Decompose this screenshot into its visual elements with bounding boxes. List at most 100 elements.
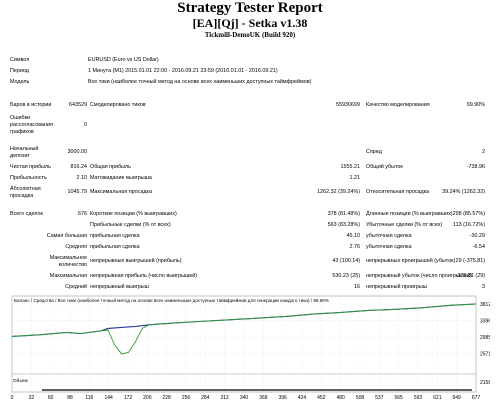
x-tick-label: 312	[220, 395, 229, 401]
x-tick-label: 256	[182, 395, 191, 401]
y-tick-label: 2158	[480, 380, 490, 386]
errors-value: 0	[84, 122, 87, 128]
x-tick-label: 200	[143, 395, 152, 401]
gross-profit-value: 1555.21	[340, 164, 361, 170]
y-tick-label: 3812	[480, 302, 490, 308]
report-title: Strategy Tester Report	[177, 0, 323, 16]
period-value: 1 Минута (M1) 2015.01.01 22:00 - 2016.09…	[88, 68, 278, 74]
max-cons-wins-label: непрерывных выигрышей (прибыль)	[90, 258, 182, 264]
x-tick-label: 565	[394, 395, 403, 401]
max-drawdown-value: 1262.32 (39.24%)	[317, 189, 360, 195]
x-tick-label: 0	[11, 395, 14, 401]
quality-label: Качество моделирования	[366, 102, 430, 108]
max-cons-losses-value: 29 (-375.81)	[455, 258, 485, 264]
profit-factor-value: 2.10	[76, 175, 88, 181]
abs-drawdown-value: 1045.79	[67, 189, 88, 195]
x-tick-label: 621	[433, 395, 442, 401]
errors-label-2: рассогласования	[10, 122, 53, 128]
expected-payoff-label: Матожидание выигрыша	[90, 175, 152, 181]
net-profit-value: 816.24	[70, 164, 88, 170]
x-tick-label: 368	[259, 395, 268, 401]
x-tick-label: 60	[48, 395, 54, 401]
largest-loss-value: -30.29	[469, 233, 485, 239]
x-tick-label: 116	[85, 395, 93, 401]
abs-drawdown-label: Абсолютная	[10, 186, 41, 192]
x-tick-label: 32	[29, 395, 35, 401]
rel-drawdown-value: 39.24% (1262.32)	[442, 189, 485, 195]
x-tick-label: 172	[124, 395, 133, 401]
total-trades-label: Всего сделок	[10, 211, 43, 217]
report-server: Tickmill-DemoUK (Build 920)	[204, 31, 296, 39]
x-tick-label: 144	[104, 395, 113, 401]
largest-loss-label: убыточная сделка	[366, 233, 412, 239]
expected-payoff-value: 1.21	[349, 175, 361, 181]
average-label: Средняя	[65, 244, 87, 250]
spread-value: 2	[482, 149, 485, 155]
long-positions-value: 298 (85.57%)	[452, 211, 485, 217]
deposit-label-2: депозит	[10, 153, 30, 159]
largest-label: Самая большая	[46, 233, 87, 239]
avg-cons-losses-value: 3	[482, 284, 485, 290]
loss-trades-value: 113 (16.72%)	[453, 222, 485, 228]
short-positions-label: Короткие позиции (% выигравших)	[90, 211, 177, 217]
max-drawdown-label: Максимальная просадка	[90, 189, 152, 195]
quality-value: 99.90%	[466, 102, 485, 108]
period-label: Период	[10, 68, 29, 74]
x-tick-label: 452	[317, 395, 326, 401]
ticks-value: 55930699	[336, 102, 360, 108]
x-tick-label: 396	[278, 395, 287, 401]
spread-label: Спред	[366, 149, 382, 155]
short-positions-value: 378 (81.48%)	[327, 211, 360, 217]
max-cons-profit-value: 530.23 (25)	[332, 273, 360, 279]
model-label: Модель	[10, 79, 30, 85]
max-cons-loss-value: -375.81 (29)	[455, 273, 485, 279]
x-tick-label: 508	[356, 395, 365, 401]
x-tick-label: 424	[298, 395, 307, 401]
x-tick-label: 677	[472, 395, 481, 401]
balance-chart: 0 32 60 88 116 144 172 200 228 256 284 312 340 368 396…	[11, 295, 490, 401]
deposit-label: Начальный	[10, 146, 39, 152]
y-tick-label: 2571	[480, 352, 490, 358]
avg-cons-wins-value: 16	[354, 284, 360, 290]
y-tick-label: 2985	[480, 335, 490, 341]
x-tick-label: 340	[240, 395, 249, 401]
maximal-label: Максимальная	[49, 273, 87, 279]
profit-factor-label: Прибыльность	[10, 175, 47, 181]
bars-value: 643529	[69, 102, 87, 108]
avg-loss-value: -6.54	[472, 244, 485, 250]
avg-cons-wins-label: непрерывный выигрыш	[90, 284, 149, 290]
max-count-label: Максимальное	[49, 255, 87, 261]
profit-trades-value: 563 (83.28%)	[327, 222, 360, 228]
largest-profit-label: прибыльная сделка	[90, 233, 140, 239]
x-tick-label: 649	[452, 395, 461, 401]
avg-cons-label: Средний	[65, 284, 87, 290]
symbol-value: EURUSD (Euro vs US Dollar)	[88, 57, 159, 63]
deposit-value: 3000.00	[67, 149, 88, 155]
volume-label: Объем	[13, 378, 28, 383]
errors-label: Ошибки	[10, 115, 30, 121]
abs-drawdown-label-2: просадка	[10, 193, 34, 199]
total-trades-value: 676	[78, 211, 87, 217]
gross-profit-label: Общая прибыль	[90, 164, 131, 170]
report-subtitle: [EA][Qj] - Setka v1.38	[192, 16, 308, 30]
bars-label: Баров в истории	[10, 102, 52, 108]
x-tick-label: 593	[414, 395, 423, 401]
x-tick-label: 480	[336, 395, 345, 401]
profit-trades-label: Прибыльные сделки (% от всех)	[90, 222, 171, 228]
symbol-label: Символ	[10, 57, 30, 63]
x-tick-label: 537	[375, 395, 384, 401]
x-tick-label: 284	[201, 395, 210, 401]
chart-legend: Баланс / Средства / Все тики (наиболее т…	[14, 298, 329, 303]
errors-label-3: графиков	[10, 129, 34, 135]
avg-profit-value: 2.76	[349, 244, 361, 250]
largest-profit-value: 45.10	[346, 233, 361, 239]
x-tick-label: 88	[67, 395, 73, 401]
gross-loss-value: -738.96	[466, 164, 485, 170]
avg-profit-label: прибыльная сделка	[90, 244, 140, 250]
net-profit-label: Чистая прибыль	[10, 164, 51, 170]
avg-cons-losses-label: непрерывный проигрыш	[366, 284, 428, 290]
max-count-label-2: количество	[58, 262, 87, 268]
gross-loss-label: Общий убыток	[366, 164, 403, 170]
model-value: Все тики (наиболее точный метод на основ…	[88, 79, 312, 85]
max-cons-wins-value: 43 (100.14)	[332, 258, 360, 264]
